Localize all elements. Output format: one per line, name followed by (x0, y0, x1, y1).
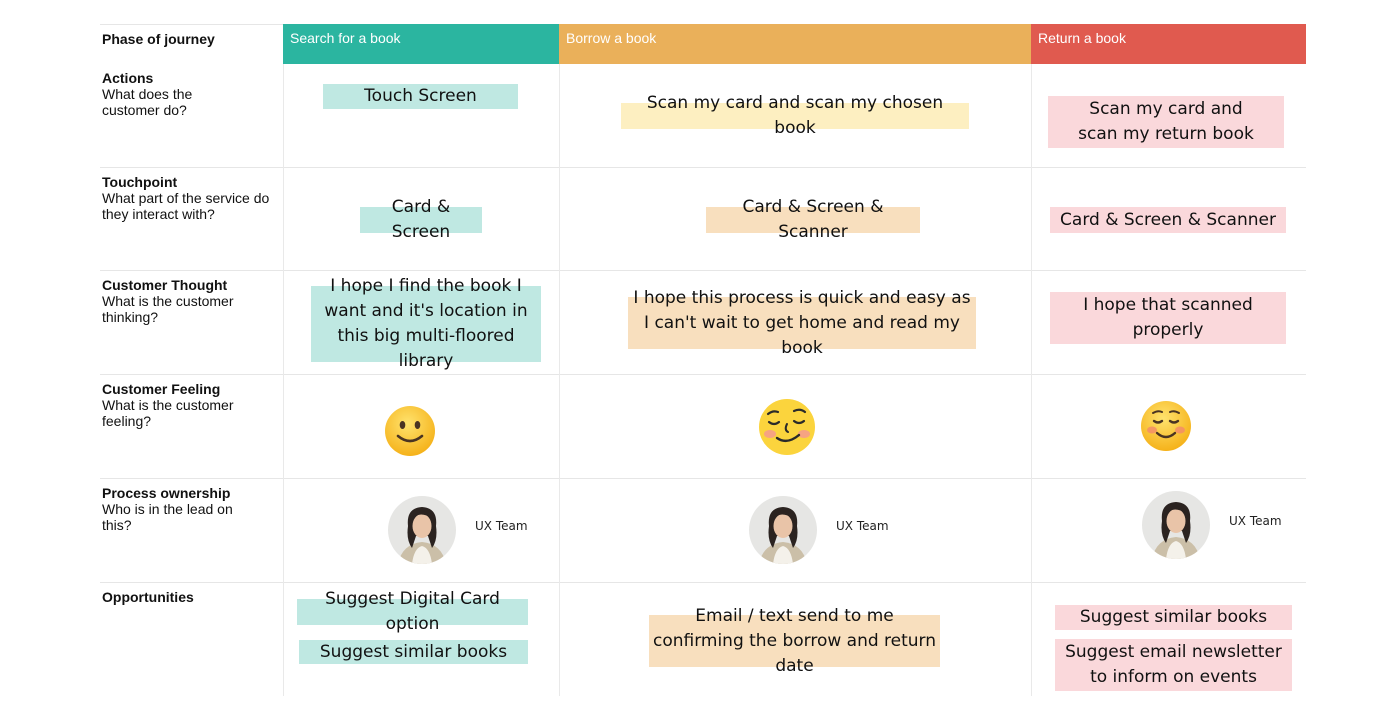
sticky-note-touch-screen: Touch Screen (323, 84, 518, 109)
row-title: Customer Feeling (102, 381, 221, 397)
owner-label: UX Team (836, 519, 889, 533)
sticky-note-email-newsletter: Suggest email newsletter to inform on ev… (1055, 639, 1292, 691)
journey-map: Phase of journey Search for a book Borro… (100, 24, 1306, 696)
phase-header-return: Return a book (1031, 24, 1306, 64)
row-title: Customer Thought (102, 277, 228, 293)
sticky-note-card-screen-scanner-return: Card & Screen & Scanner (1050, 207, 1286, 233)
row-title: Touchpoint (102, 174, 178, 190)
phase-header-search: Search for a book (283, 24, 559, 64)
slightly-smiling-face-icon (385, 406, 435, 456)
phase-header-borrow: Borrow a book (559, 24, 1031, 64)
row-subtitle: What part of the service do they interac… (102, 190, 270, 222)
row-label-touchpoint: Touchpoint What part of the service do t… (102, 174, 277, 222)
sticky-note-card-screen-scanner: Card & Screen & Scanner (706, 197, 920, 242)
sticky-note-similar-books-return: Suggest similar books (1055, 605, 1292, 630)
row-label-feeling: Customer Feeling What is the customer fe… (102, 381, 277, 429)
sticky-note-scan-return-book: Scan my card and scan my return book (1048, 96, 1284, 148)
smiling-face-icon (1141, 401, 1191, 451)
sticky-note-digital-card: Suggest Digital Card option (297, 589, 528, 634)
row-divider (100, 270, 1306, 271)
row-label-opportunities: Opportunities (102, 589, 277, 605)
row-title: Process ownership (102, 485, 231, 501)
sticky-note-card-screen: Card & Screen (360, 197, 482, 242)
row-divider (100, 167, 1306, 168)
row-subtitle: What is the customer thinking? (102, 293, 234, 325)
column-divider (559, 64, 560, 696)
sticky-note-quick-process-thought: I hope this process is quick and easy as… (628, 288, 976, 358)
avatar (749, 496, 817, 564)
avatar (1142, 491, 1210, 559)
column-divider (1031, 64, 1032, 696)
row-subtitle: What is the customer feeling? (102, 397, 234, 429)
owner-label: UX Team (475, 519, 528, 533)
row-divider (100, 478, 1306, 479)
row-subtitle: What does the customer do? (102, 86, 193, 118)
sticky-note-similar-books: Suggest similar books (299, 640, 528, 664)
sticky-note-scanned-properly-thought: I hope that scanned properly (1050, 292, 1286, 344)
relieved-face-icon (759, 399, 815, 455)
column-divider (283, 64, 284, 696)
row-subtitle: Who is in the lead on this? (102, 501, 233, 533)
phase-of-journey-label: Phase of journey (102, 31, 215, 47)
row-title: Actions (102, 70, 154, 86)
row-divider (100, 374, 1306, 375)
avatar (388, 496, 456, 564)
sticky-note-email-confirmation: Email / text send to me confirming the b… (649, 606, 940, 676)
row-divider (100, 582, 1306, 583)
row-label-ownership: Process ownership Who is in the lead on … (102, 485, 277, 533)
sticky-note-scan-card-book: Scan my card and scan my chosen book (621, 93, 969, 138)
row-label-actions: Actions What does the customer do? (102, 70, 277, 118)
row-title: Opportunities (102, 589, 194, 605)
row-label-thought: Customer Thought What is the customer th… (102, 277, 277, 325)
owner-label: UX Team (1229, 514, 1282, 528)
sticky-note-find-book-thought: I hope I find the book I want and it's l… (311, 276, 541, 371)
